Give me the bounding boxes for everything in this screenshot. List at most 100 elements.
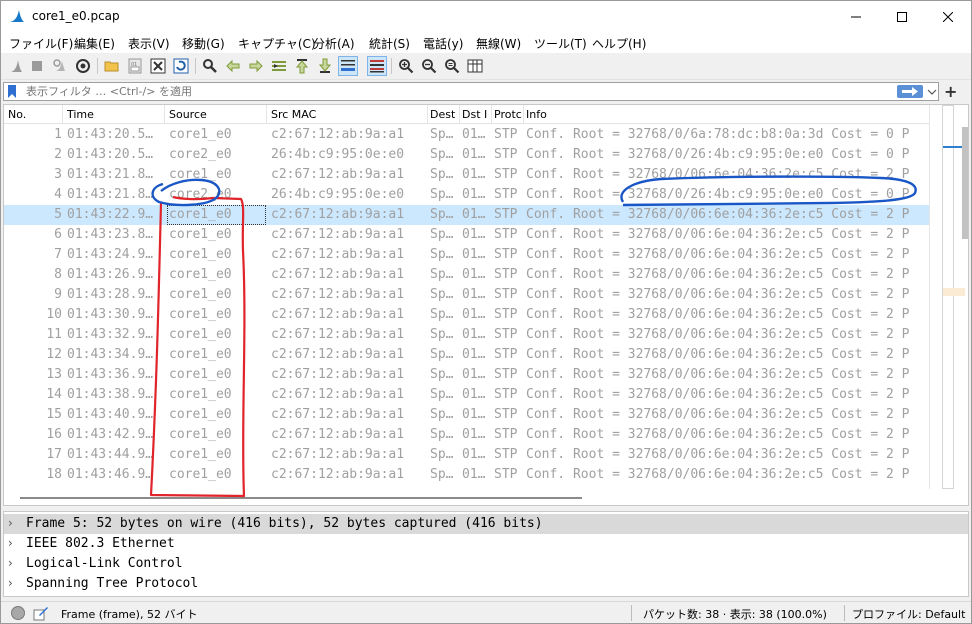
packet-row[interactable]: 6 01:43:23.8… core1_e0 c2:67:12:ab:9a:a1 Sp…… [4,225,929,245]
status-profile[interactable]: プロファイル: Default [852,606,965,622]
chevron-right-icon[interactable]: › [8,576,13,590]
close-button[interactable] [925,1,971,32]
packet-row[interactable]: 17 01:43:44.9… core1_e0 c2:67:12:ab:9a:a1 Sp… [4,445,929,465]
reload-file-button[interactable] [171,56,191,76]
column-header-src-mac[interactable]: Src MAC [271,108,316,121]
vertical-scroll-thumb[interactable] [962,127,968,239]
packet-row[interactable]: 16 01:43:42.9… core1_e0 c2:67:12:ab:9a:a1 Sp… [4,425,929,445]
packet-row[interactable]: 14 01:43:38.9… core1_e0 c2:67:12:ab:9a:a1 Sp… [4,385,929,405]
packet-info: Conf. Root = 32768/0/06:6e:04:36:2e:c5 C… [526,207,910,222]
menu-view[interactable]: 表示(V) [128,35,170,52]
expert-info-icon[interactable] [11,606,25,620]
go-last-button[interactable] [315,56,335,76]
colorize-button[interactable] [367,56,387,76]
stop-capture-button[interactable] [27,56,47,76]
menu-statistics[interactable]: 統計(S) [369,35,410,52]
bookmark-icon[interactable] [7,85,17,98]
menu-go[interactable]: 移動(G) [182,35,225,52]
menu-wireless[interactable]: 無線(W) [476,35,521,52]
zoom-out-button[interactable] [419,56,439,76]
chevron-right-icon[interactable]: › [8,516,13,530]
apply-filter-button[interactable] [897,85,923,98]
restart-capture-button[interactable] [50,56,70,76]
packet-row[interactable]: 15 01:43:40.9… core1_e0 c2:67:12:ab:9a:a1 Sp… [4,405,929,425]
capture-options-button[interactable] [73,56,93,76]
menu-help[interactable]: ヘルプ(H) [592,35,646,52]
column-header-source[interactable]: Source [169,108,207,121]
go-back-button[interactable] [223,56,243,76]
status-divider[interactable] [631,605,632,621]
add-filter-button[interactable]: + [944,82,957,101]
packet-no: 12 [46,347,62,362]
packet-dest: Sp… [430,367,454,382]
menu-tools[interactable]: ツール(T) [534,35,587,52]
go-forward-button[interactable] [246,56,266,76]
open-file-button[interactable] [102,56,122,76]
packet-dest: Sp… [430,327,454,342]
packet-row[interactable]: 10 01:43:30.9… core1_e0 c2:67:12:ab:9a:a1 Sp… [4,305,929,325]
edit-comment-icon[interactable] [33,605,49,621]
column-header-dst-i[interactable]: Dst I [462,108,490,121]
column-header-protocol[interactable]: Protc [494,108,523,121]
zoom-in-button[interactable] [396,56,416,76]
minimize-button[interactable] [833,1,879,32]
zoom-normal-button[interactable] [442,56,462,76]
display-filter-field[interactable] [3,82,939,101]
go-to-packet-button[interactable] [269,56,289,76]
menu-telephony[interactable]: 電話(y) [423,35,463,52]
resize-columns-button[interactable] [465,56,485,76]
status-divider[interactable] [844,605,845,621]
menu-capture[interactable]: キャプチャ(C) [238,35,316,52]
packet-row[interactable]: 9 01:43:28.9… core1_e0 c2:67:12:ab:9a:a1 Sp…… [4,285,929,305]
column-divider[interactable] [164,105,165,124]
close-file-button[interactable] [148,56,168,76]
column-divider[interactable] [62,105,63,124]
column-header-dest[interactable]: Dest [430,108,458,121]
detail-row-llc[interactable]: › Logical-Link Control [4,554,968,574]
packet-row[interactable]: 1 01:43:20.5… core1_e0 c2:67:12:ab:9a:a1 Sp…… [4,125,929,145]
packet-row[interactable]: 2 01:43:20.5… core2_e0 26:4b:c9:95:0e:e0 Sp…… [4,145,929,165]
packet-row[interactable]: 13 01:43:36.9… core1_e0 c2:67:12:ab:9a:a1 Sp… [4,365,929,385]
packet-row[interactable]: 3 01:43:21.8… core1_e0 c2:67:12:ab:9a:a1 Sp…… [4,165,929,185]
packet-minimap[interactable] [942,105,965,489]
packet-row[interactable]: 11 01:43:32.9… core1_e0 c2:67:12:ab:9a:a1 Sp… [4,325,929,345]
autoscroll-button[interactable] [338,56,358,76]
save-file-button[interactable]: 01 [125,56,145,76]
column-header-info[interactable]: Info [526,108,547,121]
column-divider[interactable] [266,105,267,124]
packet-row[interactable]: 18 01:43:46.9… core1_e0 c2:67:12:ab:9a:a1 Sp… [4,465,929,485]
column-header-time[interactable]: Time [67,108,94,121]
start-capture-button[interactable] [6,56,26,76]
chevron-down-icon[interactable] [927,86,937,98]
go-first-button[interactable] [292,56,312,76]
find-packet-button[interactable] [200,56,220,76]
column-divider[interactable] [523,105,524,124]
horizontal-scrollbar[interactable] [4,491,929,505]
packet-list-scrollbar[interactable] [929,105,968,489]
column-divider[interactable] [491,105,492,124]
detail-row-frame[interactable]: › Frame 5: 52 bytes on wire (416 bits), … [4,514,968,534]
packet-row[interactable]: 8 01:43:26.9… core1_e0 c2:67:12:ab:9a:a1 Sp…… [4,265,929,285]
zoom-normal-icon [445,59,460,74]
column-divider[interactable] [427,105,428,124]
menu-edit[interactable]: 編集(E) [74,35,115,52]
column-header-no[interactable]: No. [8,108,26,121]
column-divider[interactable] [459,105,460,124]
horizontal-scroll-thumb[interactable] [20,497,582,499]
status-frame-info: Frame (frame), 52 バイト [61,608,198,621]
maximize-button[interactable] [879,1,925,32]
packet-row[interactable]: 5 01:43:22.9… core1_e0 c2:67:12:ab:9a:a1 Sp…… [4,205,929,225]
packet-row[interactable]: 7 01:43:24.9… core1_e0 c2:67:12:ab:9a:a1 Sp…… [4,245,929,265]
packet-row[interactable]: 12 01:43:34.9… core1_e0 c2:67:12:ab:9a:a1 Sp… [4,345,929,365]
display-filter-input[interactable] [26,84,886,99]
go-to-packet-icon [272,61,286,71]
menu-file[interactable]: ファイル(F) [9,35,73,52]
chevron-right-icon[interactable]: › [8,556,13,570]
detail-row-stp[interactable]: › Spanning Tree Protocol [4,574,968,594]
packet-info: Conf. Root = 32768/0/06:6e:04:36:2e:c5 C… [526,447,910,462]
packet-row[interactable]: 4 01:43:21.8… core2_e0 26:4b:c9:95:0e:e0 Sp…… [4,185,929,205]
menu-analyze[interactable]: 分析(A) [313,35,355,52]
status-packet-count: パケット数: 38 · 表示: 38 (100.0%) [643,608,827,621]
chevron-right-icon[interactable]: › [8,536,13,550]
detail-row-ethernet[interactable]: › IEEE 802.3 Ethernet [4,534,968,554]
